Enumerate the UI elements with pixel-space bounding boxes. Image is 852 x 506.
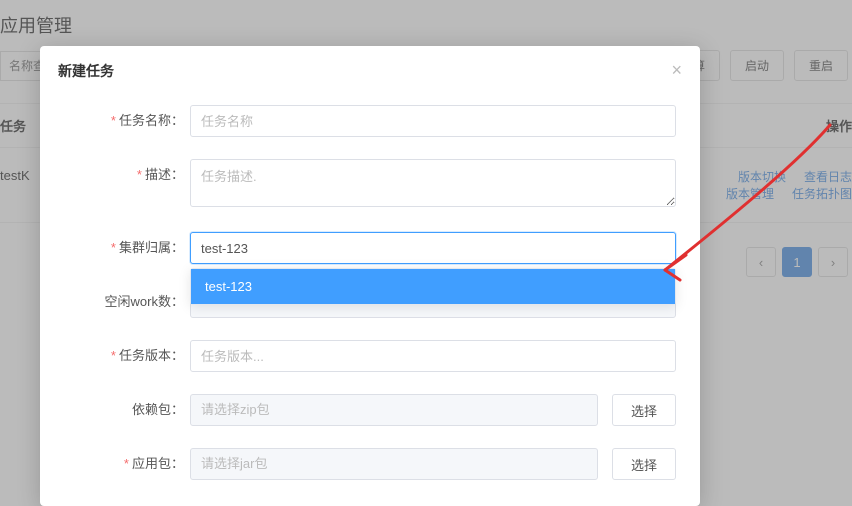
dep-pkg-select-button[interactable]: 选择 <box>612 394 676 426</box>
required-mark: * <box>124 456 129 471</box>
dep-pkg-row: 依赖包： 请选择zip包 选择 <box>40 394 676 426</box>
app-pkg-select-button[interactable]: 选择 <box>612 448 676 480</box>
cluster-dropdown: test-123 <box>190 268 676 305</box>
app-pkg-display: 请选择jar包 <box>190 448 598 480</box>
task-version-label: *任务版本： <box>40 340 190 372</box>
required-mark: * <box>137 167 142 182</box>
modal-title: 新建任务 <box>58 61 114 81</box>
required-mark: * <box>111 348 116 363</box>
close-icon[interactable]: × <box>671 60 682 81</box>
modal-header: 新建任务 × <box>40 46 700 95</box>
dep-pkg-label: 依赖包： <box>40 394 190 426</box>
dep-pkg-display: 请选择zip包 <box>190 394 598 426</box>
desc-row: *描述： <box>40 159 676 210</box>
required-mark: * <box>111 240 116 255</box>
task-version-row: *任务版本： <box>40 340 676 372</box>
required-mark: * <box>111 113 116 128</box>
task-version-input[interactable] <box>190 340 676 372</box>
app-pkg-label: *应用包： <box>40 448 190 480</box>
desc-input[interactable] <box>190 159 676 207</box>
cluster-input[interactable] <box>190 232 676 264</box>
modal-body: *任务名称： *描述： *集群归属： test-123 <box>40 95 700 506</box>
idle-work-label: 空闲work数： <box>40 286 190 318</box>
cluster-option-1[interactable]: test-123 <box>191 269 675 304</box>
task-name-label: *任务名称： <box>40 105 190 137</box>
cluster-label: *集群归属： <box>40 232 190 264</box>
app-pkg-row: *应用包： 请选择jar包 选择 <box>40 448 676 480</box>
task-name-row: *任务名称： <box>40 105 676 137</box>
task-name-input[interactable] <box>190 105 676 137</box>
new-task-modal: 新建任务 × *任务名称： *描述： *集群归属： <box>40 46 700 506</box>
desc-label: *描述： <box>40 159 190 191</box>
cluster-row: *集群归属： test-123 <box>40 232 676 264</box>
